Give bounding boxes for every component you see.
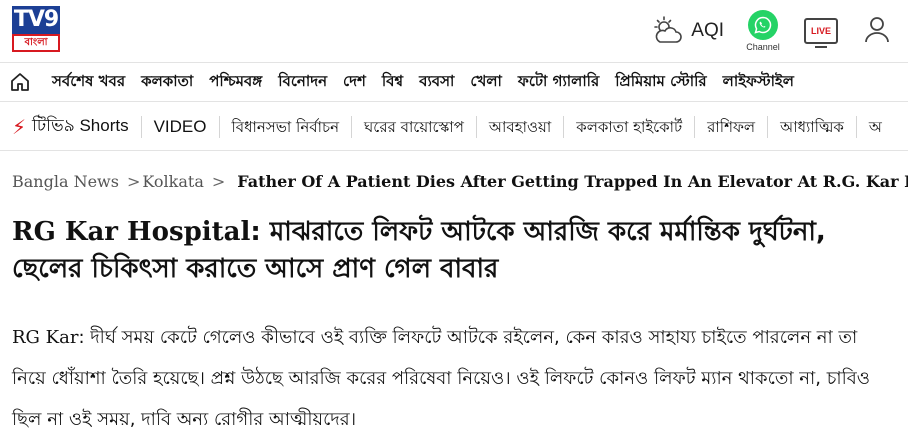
- breadcrumb-separator-icon: >: [126, 172, 141, 191]
- logo-brand: TV9: [12, 6, 60, 34]
- live-tv-button[interactable]: LIVE: [804, 18, 838, 48]
- summary-text: : দীর্ঘ সময় কেটে গেলেও কীভাবে ওই ব্যক্ত…: [12, 327, 871, 430]
- site-header: TV9 বাংলা AQI Channel LIVE: [0, 0, 908, 62]
- nav2-item-assembly-election[interactable]: বিধানসভা নির্বাচন: [218, 115, 352, 138]
- home-icon[interactable]: [0, 72, 40, 92]
- tv9-shorts-link[interactable]: ⚡ টিভি৯ Shorts: [0, 113, 141, 141]
- summary-prefix: RG Kar: [12, 327, 79, 348]
- logo-sub: বাংলা: [12, 34, 60, 52]
- live-label: LIVE: [810, 26, 831, 36]
- aqi-widget[interactable]: AQI: [651, 16, 724, 46]
- headline-prefix: RG Kar Hospital: [12, 217, 251, 247]
- nav-item-entertainment[interactable]: বিনোদন: [278, 70, 327, 95]
- nav2-item-spiritual[interactable]: আধ্যাত্মিক: [767, 115, 856, 138]
- secondary-nav: ⚡ টিভি৯ Shorts VIDEO বিধানসভা নির্বাচন ঘ…: [0, 103, 908, 151]
- nav-item-latest[interactable]: সর্বশেষ খবর: [52, 70, 125, 95]
- primary-nav: সর্বশেষ খবর কলকাতা পশ্চিমবঙ্গ বিনোদন দেশ…: [0, 62, 908, 102]
- nav-item-west-bengal[interactable]: পশ্চিমবঙ্গ: [209, 70, 262, 95]
- article-summary: RG Kar: দীর্ঘ সময় কেটে গেলেও কীভাবে ওই …: [12, 317, 892, 439]
- user-account-icon[interactable]: [862, 14, 892, 48]
- nav-item-world[interactable]: বিশ্ব: [382, 70, 403, 95]
- breadcrumb-section[interactable]: Kolkata: [142, 172, 203, 191]
- nav2-item-weather[interactable]: আবহাওয়া: [475, 115, 563, 138]
- nav-item-premium-story[interactable]: প্রিমিয়াম স্টোরি: [615, 70, 706, 95]
- nav2-item-truncated[interactable]: অ: [855, 115, 894, 138]
- weather-cloud-sun-icon: [654, 16, 682, 43]
- breadcrumb-home[interactable]: Bangla News: [12, 172, 119, 191]
- aqi-label: AQI: [691, 20, 724, 41]
- breadcrumb-separator-icon: >: [211, 172, 226, 191]
- nav2-item-high-court[interactable]: কলকাতা হাইকোর্ট: [563, 115, 694, 138]
- breadcrumb: Bangla News > Kolkata > Father Of A Patient …: [12, 172, 908, 191]
- tv9-bangla-logo[interactable]: TV9 বাংলা: [12, 6, 60, 52]
- shorts-label: টিভি৯ Shorts: [32, 115, 129, 135]
- nav-item-photo-gallery[interactable]: ফটো গ্যালারি: [518, 70, 599, 95]
- nav2-item-video[interactable]: VIDEO: [140, 115, 219, 138]
- lightning-bolt-icon: ⚡: [12, 114, 27, 139]
- breadcrumb-current: Father Of A Patient Dies After Getting T…: [237, 172, 908, 191]
- nav-item-country[interactable]: দেশ: [343, 70, 366, 95]
- nav2-item-horoscope[interactable]: রাশিফল: [694, 115, 767, 138]
- nav-item-sports[interactable]: খেলা: [470, 70, 501, 95]
- nav2-item-bioscope[interactable]: ঘরের বায়োস্কোপ: [351, 115, 476, 138]
- whatsapp-label: Channel: [746, 42, 780, 52]
- article-headline: RG Kar Hospital: মাঝরাতে লিফট আটকে আরজি …: [12, 214, 892, 288]
- whatsapp-icon: [748, 10, 778, 40]
- nav-item-lifestyle[interactable]: লাইফস্টাইল: [723, 70, 794, 95]
- nav-item-business[interactable]: ব্যবসা: [419, 70, 454, 95]
- nav-item-kolkata[interactable]: কলকাতা: [141, 70, 193, 95]
- whatsapp-channel-button[interactable]: Channel: [746, 10, 780, 52]
